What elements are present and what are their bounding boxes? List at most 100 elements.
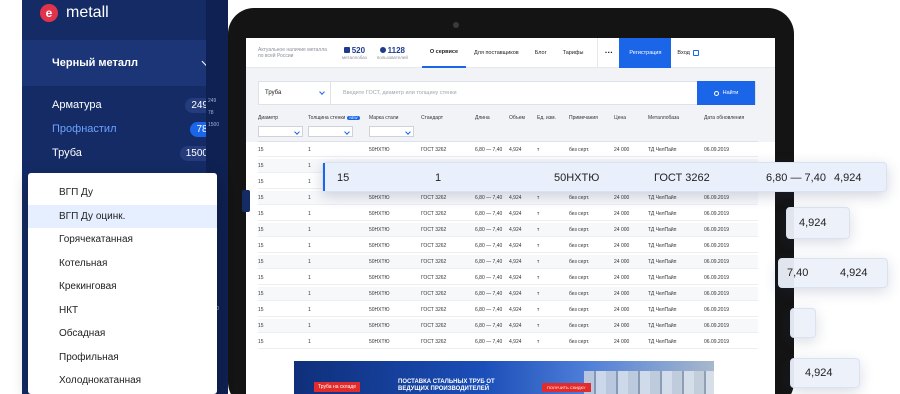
- dropdown-option[interactable]: Обсадная: [28, 322, 217, 345]
- search-input[interactable]: [331, 90, 697, 96]
- table-cell: 50НХТЮ: [369, 147, 390, 153]
- table-cell: ГОСТ 3262: [421, 227, 447, 233]
- column-header-label: Объем: [509, 115, 525, 121]
- column-header[interactable]: Диаметр: [258, 115, 278, 121]
- table-cell: 1: [308, 259, 311, 265]
- table-row[interactable]: 15 1 50НХТЮ ГОСТ 3262 6,80 — 7,40 4,924 т без с…: [258, 223, 758, 237]
- table-cell: 6,80 — 7,40: [475, 339, 503, 345]
- table-cell: без серт.: [569, 211, 590, 217]
- table-cell: 06.09.2019: [704, 147, 730, 153]
- table-cell: ТД ЧелПайп: [648, 227, 677, 233]
- category-header[interactable]: Черный металл: [22, 40, 228, 86]
- table-cell: 15: [258, 211, 264, 217]
- table-row[interactable]: 15 1 50НХТЮ ГОСТ 3262 6,80 — 7,40 4,924 т без с…: [258, 239, 758, 253]
- table-row[interactable]: 15 1 50НХТЮ ГОСТ 3262 6,80 — 7,40 4,924 т без с…: [258, 143, 758, 157]
- highlight-wall: 1: [435, 172, 442, 184]
- sidebar-item-profiled-sheet[interactable]: Профнастил 78: [22, 118, 228, 140]
- table-row[interactable]: 15 1 50НХТЮ ГОСТ 3262 6,80 — 7,40 4,924 т без с…: [258, 287, 758, 301]
- table-cell: 06.09.2019: [704, 307, 730, 313]
- column-header[interactable]: Примечания: [569, 115, 598, 121]
- highlighted-row[interactable]: 15 1 50НХТЮ ГОСТ 3262 6,80 — 7,40 4,924: [322, 162, 887, 192]
- table-cell: ГОСТ 3262: [421, 307, 447, 313]
- table-row[interactable]: 15 1 50НХТЮ ГОСТ 3262 6,80 — 7,40 4,924 т без с…: [258, 271, 758, 285]
- column-header[interactable]: Ед. изм.: [537, 115, 556, 121]
- table-row[interactable]: 15 1 50НХТЮ ГОСТ 3262 6,80 — 7,40 4,924 т без с…: [258, 207, 758, 221]
- search-button[interactable]: Найти: [697, 81, 755, 105]
- column-filter-select[interactable]: [258, 126, 303, 137]
- table-cell: 6,80 — 7,40: [475, 323, 503, 329]
- table-cell: 50НХТЮ: [369, 211, 390, 217]
- column-filter-select[interactable]: [369, 126, 414, 137]
- table-row[interactable]: 15 1 50НХТЮ ГОСТ 3262 6,80 — 7,40 4,924 т без с…: [258, 255, 758, 269]
- dropdown-option[interactable]: НКТ: [28, 299, 217, 322]
- table-cell: 06.09.2019: [704, 259, 730, 265]
- table-cell: без серт.: [569, 275, 590, 281]
- column-header[interactable]: Марка стали: [369, 115, 398, 121]
- dropdown-option[interactable]: Крекинговая: [28, 275, 217, 298]
- login-link[interactable]: Вход: [671, 49, 699, 56]
- table-header: Диаметр Толщина стенки NEW Марка стали Станд…: [258, 112, 758, 142]
- dropdown-option[interactable]: ВГП Ду: [28, 181, 217, 204]
- table-cell: 4,924: [509, 147, 522, 153]
- table-cell: ГОСТ 3262: [421, 339, 447, 345]
- site-header: Актуальное наличие металла по всей Росси…: [246, 38, 775, 68]
- category-select-value: Труба: [265, 90, 282, 96]
- table-cell: 6,80 — 7,40: [475, 243, 503, 249]
- table-cell: т: [537, 243, 540, 249]
- more-menu-button[interactable]: ···: [597, 38, 619, 68]
- column-filter-select[interactable]: [308, 126, 353, 137]
- register-button[interactable]: Регистрация: [619, 38, 672, 68]
- nav-pricing[interactable]: Тарифы: [555, 38, 592, 68]
- table-cell: 6,80 — 7,40: [475, 259, 503, 265]
- dropdown-option[interactable]: ВГП Ду оцинк.: [28, 204, 217, 228]
- logo[interactable]: e metall: [40, 0, 109, 26]
- table-row[interactable]: 15 1 50НХТЮ ГОСТ 3262 6,80 — 7,40 4,924 т без с…: [258, 319, 758, 333]
- column-header-label: Диаметр: [258, 115, 279, 121]
- column-header[interactable]: Длина: [475, 115, 490, 121]
- table-row[interactable]: 15 1 50НХТЮ ГОСТ 3262 6,80 — 7,40 4,924 т без с…: [258, 191, 758, 205]
- column-header-label: Примечания: [569, 115, 598, 121]
- table-cell: 24 000: [614, 211, 630, 217]
- table-cell: ТД ЧелПайп: [648, 243, 677, 249]
- column-header[interactable]: Толщина стенки NEW: [308, 115, 360, 121]
- column-header[interactable]: Цена: [614, 115, 626, 121]
- highlight-diameter: 15: [337, 172, 350, 184]
- table-cell: 4,924: [509, 259, 522, 265]
- table-cell: 15: [258, 291, 264, 297]
- floating-card-2: 7,40 4,924: [778, 258, 888, 288]
- dropdown-option[interactable]: Профильная: [28, 346, 217, 369]
- column-header[interactable]: Стандарт: [421, 115, 443, 121]
- card-value: 7,40: [787, 267, 809, 279]
- sidebar-item-rebar[interactable]: Арматура 249: [22, 94, 228, 116]
- column-header[interactable]: Металлобаза: [648, 115, 679, 121]
- table-row[interactable]: 15 1 50НХТЮ ГОСТ 3262 6,80 — 7,40 4,924 т без с…: [258, 335, 758, 349]
- nav-blog[interactable]: Блог: [527, 38, 555, 68]
- promo-banner[interactable]: Труба на складе ПОСТАВКА СТАЛЬНЫХ ТРУБ О…: [294, 361, 714, 394]
- login-icon: [692, 49, 699, 56]
- table-cell: 6,80 — 7,40: [475, 195, 503, 201]
- table-cell: 50НХТЮ: [369, 227, 390, 233]
- sidebar-toggle[interactable]: [242, 190, 250, 212]
- table-cell: 15: [258, 323, 264, 329]
- chevron-down-icon: [319, 89, 325, 95]
- nav-suppliers[interactable]: Для поставщиков: [466, 38, 527, 68]
- table-cell: без серт.: [569, 195, 590, 201]
- dropdown-option[interactable]: Горячекатанная: [28, 228, 217, 251]
- table-row[interactable]: 15 1 50НХТЮ ГОСТ 3262 6,80 — 7,40 4,924 т без с…: [258, 303, 758, 317]
- nav-about[interactable]: О сервисе: [421, 38, 467, 68]
- dropdown-option[interactable]: Холоднокатанная: [28, 369, 217, 392]
- dropdown-option[interactable]: Котельная: [28, 252, 217, 275]
- category-select[interactable]: Труба: [259, 82, 331, 104]
- table-cell: без серт.: [569, 307, 590, 313]
- table-cell: 24 000: [614, 147, 630, 153]
- table-cell: ТД ЧелПайп: [648, 307, 677, 313]
- table-cell: 15: [258, 243, 264, 249]
- sidebar-item-pipe[interactable]: Труба 1500: [22, 142, 228, 164]
- table-cell: 50НХТЮ: [369, 339, 390, 345]
- banner-discount-button[interactable]: ПОЛУЧИТЬ СКИДКУ: [542, 383, 591, 392]
- column-header[interactable]: Объем: [509, 115, 525, 121]
- column-header[interactable]: Дата обновления: [704, 115, 744, 121]
- table-cell: 50НХТЮ: [369, 307, 390, 313]
- table-cell: т: [537, 339, 540, 345]
- highlight-standard: ГОСТ 3262: [654, 172, 710, 184]
